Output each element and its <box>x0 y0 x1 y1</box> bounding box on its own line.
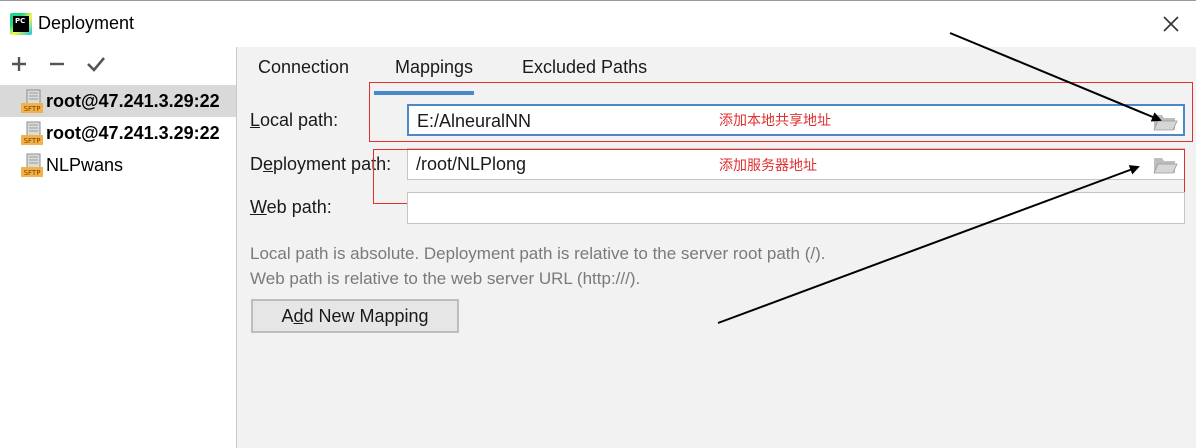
tab-connection[interactable]: Connection <box>258 57 349 78</box>
sftp-icon: SFTP <box>21 121 43 145</box>
local-path-label: Local path: <box>250 110 339 130</box>
annotation-deploy-note: 添加服务器地址 <box>719 158 817 174</box>
title-bar: PC Deployment <box>0 0 1196 47</box>
tab-excluded-paths[interactable]: Excluded Paths <box>522 57 647 78</box>
hint-web-path: Web path is relative to the web server U… <box>250 269 641 288</box>
web-path-input[interactable] <box>407 192 1185 224</box>
deployment-path-label: Deployment path: <box>250 154 392 174</box>
sftp-icon: SFTP <box>21 153 43 177</box>
server-label: NLPwans <box>46 154 124 175</box>
server-label: root@47.241.3.29:22 <box>46 90 220 111</box>
svg-text:SFTP: SFTP <box>24 105 41 113</box>
web-path-label: Web path: <box>250 197 332 217</box>
pycharm-app-icon: PC <box>10 13 32 35</box>
server-list-pane: SFTP root@47.241.3.29:22 SFTP root@47.24… <box>0 47 237 448</box>
minus-icon[interactable] <box>46 53 68 75</box>
app-icon-text: PC <box>13 16 29 32</box>
svg-text:SFTP: SFTP <box>24 137 41 145</box>
mapping-settings-pane: Connection Mappings Excluded Paths Local… <box>237 47 1196 448</box>
svg-text:SFTP: SFTP <box>24 169 41 177</box>
checkmark-icon[interactable] <box>85 53 107 75</box>
close-icon[interactable] <box>1160 13 1182 35</box>
server-item-nlpwans[interactable]: SFTP NLPwans <box>0 149 236 181</box>
window-title: Deployment <box>38 13 135 33</box>
hint-local-deploy: Local path is absolute. Deployment path … <box>250 244 826 263</box>
annotation-local-note: 添加本地共享地址 <box>719 113 831 129</box>
sftp-icon: SFTP <box>21 89 43 113</box>
plus-icon[interactable] <box>8 53 30 75</box>
server-list: SFTP root@47.241.3.29:22 SFTP root@47.24… <box>0 85 236 181</box>
add-new-mapping-button[interactable]: Add New Mapping <box>251 299 459 333</box>
server-item-root-1[interactable]: SFTP root@47.241.3.29:22 <box>0 85 236 117</box>
server-item-root-2[interactable]: SFTP root@47.241.3.29:22 <box>0 117 236 149</box>
server-label: root@47.241.3.29:22 <box>46 122 220 143</box>
tab-mappings[interactable]: Mappings <box>395 57 473 78</box>
